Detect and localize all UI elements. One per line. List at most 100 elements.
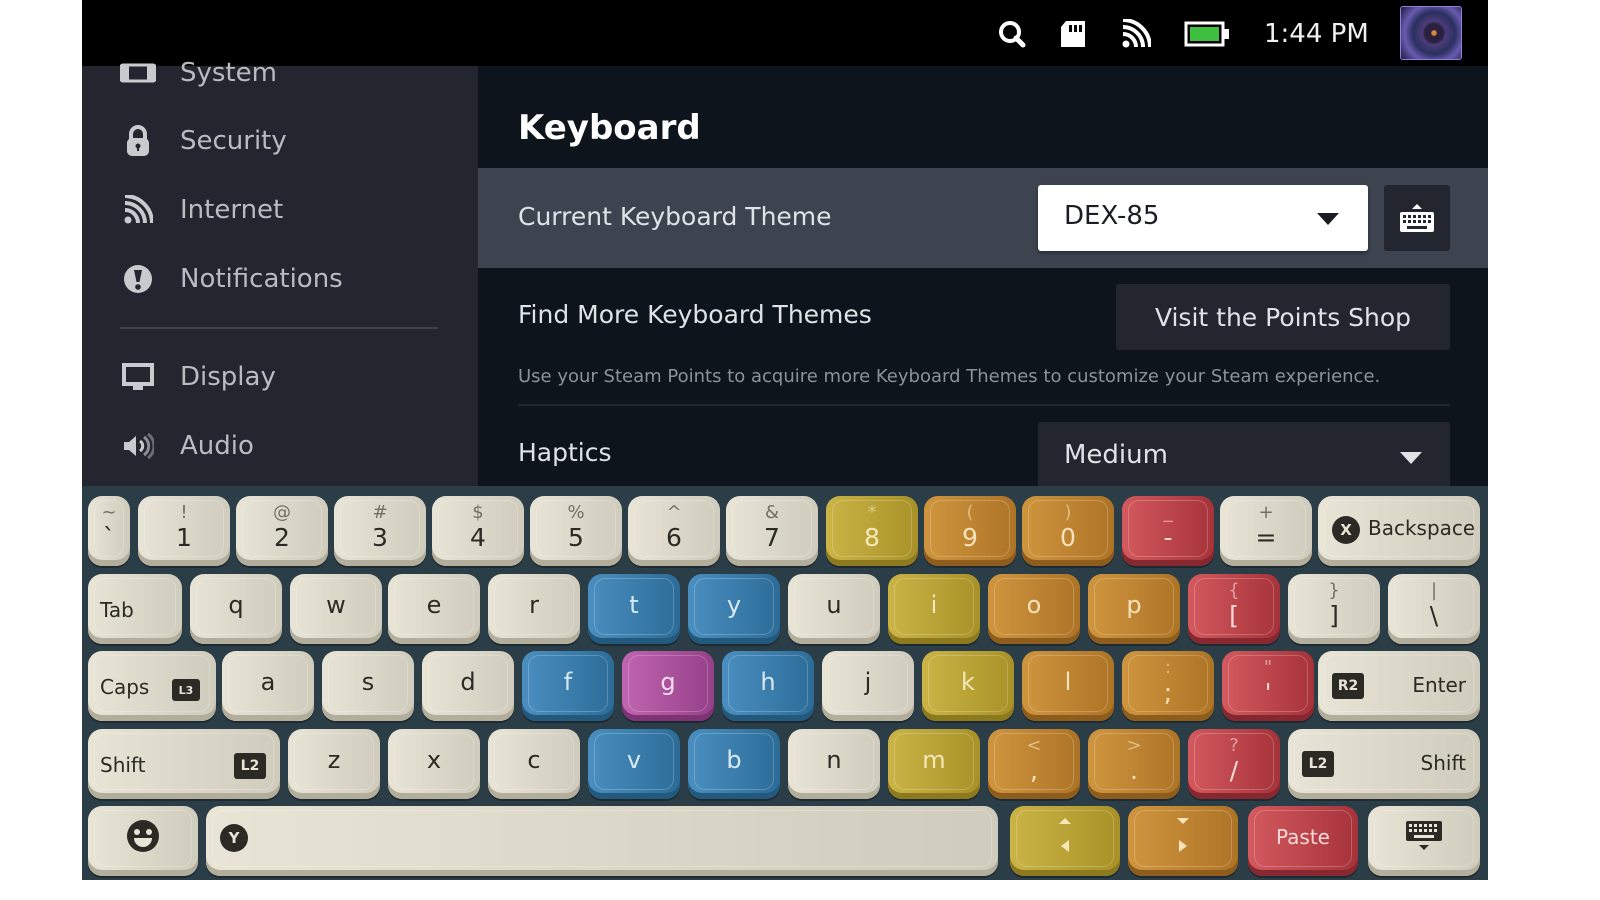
key-quote[interactable]: " ' [1222,651,1314,721]
key-legend: ` [102,523,116,552]
emoji-icon [125,818,161,858]
key-j[interactable]: j [822,651,914,721]
key-legend: 6 [666,523,682,552]
visit-points-shop-button[interactable]: Visit the Points Shop [1116,284,1450,350]
key-up-left[interactable] [1010,806,1120,876]
key-g[interactable]: g [622,651,714,721]
key-semicolon[interactable]: :; [1122,651,1214,721]
key-legend: w [326,591,346,619]
key-i[interactable]: i [888,574,980,644]
key-shift[interactable]: Shift L2 [1288,729,1480,799]
key-o[interactable]: o [988,574,1080,644]
key-w[interactable]: w [290,574,382,644]
key-2[interactable]: @2 [236,496,328,566]
key-right-bracket[interactable]: }] [1288,574,1380,644]
key-1[interactable]: ! 1 [138,496,230,566]
wifi-icon[interactable] [1118,16,1154,52]
sd-card-icon[interactable] [1055,16,1091,52]
sidebar-item-internet[interactable]: Internet [118,185,283,235]
preview-keyboard-button[interactable] [1384,185,1450,251]
key-q[interactable]: q [190,574,282,644]
key-period[interactable]: >. [1088,729,1180,799]
key-shift-legend: % [567,502,585,523]
key-u[interactable]: u [788,574,880,644]
key-legend: k [961,668,975,696]
battery-icon[interactable] [1182,16,1232,52]
key-v[interactable]: v [588,729,680,799]
key-legend: j [864,668,872,696]
key-9[interactable]: (9 [924,496,1016,566]
keyboard-icon [1400,204,1434,232]
key-paste[interactable]: Paste [1248,806,1358,876]
sidebar-item-notifications[interactable]: Notifications [118,254,343,304]
key-r[interactable]: r [488,574,580,644]
key-legend: f [563,668,573,696]
key-d[interactable]: d [422,651,514,721]
key-3[interactable]: #3 [334,496,426,566]
key-4[interactable]: $4 [432,496,524,566]
sidebar-item-system[interactable]: System [118,48,277,98]
key-shift[interactable]: Shift L2 [88,729,280,799]
key-caps[interactable]: Caps L3 [88,651,216,721]
key-5[interactable]: % 5 [530,496,622,566]
key-a[interactable]: a [222,651,314,721]
key-p[interactable]: p [1088,574,1180,644]
status-bar: 1:44 PM [82,0,1488,66]
key-backtick[interactable]: ~ ` [88,496,130,566]
key-shift-legend: ( [966,502,974,523]
key-h[interactable]: h [722,651,814,721]
key-legend: b [726,746,742,774]
key-comma[interactable]: <, [988,729,1080,799]
key-legend: h [760,668,776,696]
key-backspace[interactable]: Backspace X [1318,496,1480,566]
key-tab[interactable]: Tab [88,574,182,644]
keyboard-theme-dropdown[interactable]: DEX-85 [1038,185,1368,251]
key-shift-legend: ) [1064,502,1072,523]
key-n[interactable]: n [788,729,880,799]
virtual-keyboard: ~ `! 1 @2 #3 $4% 5 ^ 6 & 7 * 8(9) 0 _ - + = Backspace X Tab q… [82,486,1488,880]
key-down-right[interactable] [1128,806,1238,876]
key-legend: l [1064,668,1072,696]
key-b[interactable]: b [688,729,780,799]
sidebar-item-label: Audio [180,431,254,461]
key-legend: m [922,746,946,774]
key-emoji[interactable] [88,806,198,876]
key-hide-keyboard[interactable] [1368,806,1480,876]
key-7[interactable]: & 7 [726,496,818,566]
key-y[interactable]: y [688,574,780,644]
key-8[interactable]: * 8 [826,496,918,566]
key-slash[interactable]: ? / [1188,729,1280,799]
key-t[interactable]: t [588,574,680,644]
key-f[interactable]: f [522,651,614,721]
sidebar-item-security[interactable]: Security [118,116,287,166]
chevron-down-icon [1400,452,1422,464]
key-s[interactable]: s [322,651,414,721]
key-shift-legend: $ [472,502,484,523]
search-icon[interactable] [994,16,1030,52]
key-equals[interactable]: + = [1220,496,1312,566]
key-left-bracket[interactable]: {[ [1188,574,1280,644]
l3-button-icon: L3 [172,679,200,701]
key-l[interactable]: l [1022,651,1114,721]
key-backslash[interactable]: | \ [1388,574,1480,644]
key-c[interactable]: c [488,729,580,799]
key-6[interactable]: ^ 6 [628,496,720,566]
key-x[interactable]: x [388,729,480,799]
key-shift-legend: < [1026,735,1042,756]
sidebar-item-audio[interactable]: Audio [118,421,254,471]
key-space[interactable]: Y [206,806,998,876]
haptics-dropdown[interactable]: Medium [1038,422,1450,492]
sidebar-item-display[interactable]: Display [118,352,276,402]
key-0[interactable]: ) 0 [1022,496,1114,566]
key-enter[interactable]: Enter R2 [1318,651,1480,721]
key-m[interactable]: m [888,729,980,799]
keyboard-theme-label: Current Keyboard Theme [518,202,832,231]
settings-sidebar: System Security Internet Notifications D… [82,58,478,486]
key-label: Backspace [1368,516,1476,540]
key-k[interactable]: k [922,651,1014,721]
key-minus[interactable]: _ - [1122,496,1214,566]
key-e[interactable]: e [388,574,480,644]
key-legend: / [1229,756,1239,785]
key-z[interactable]: z [288,729,380,799]
user-avatar[interactable] [1400,6,1462,60]
